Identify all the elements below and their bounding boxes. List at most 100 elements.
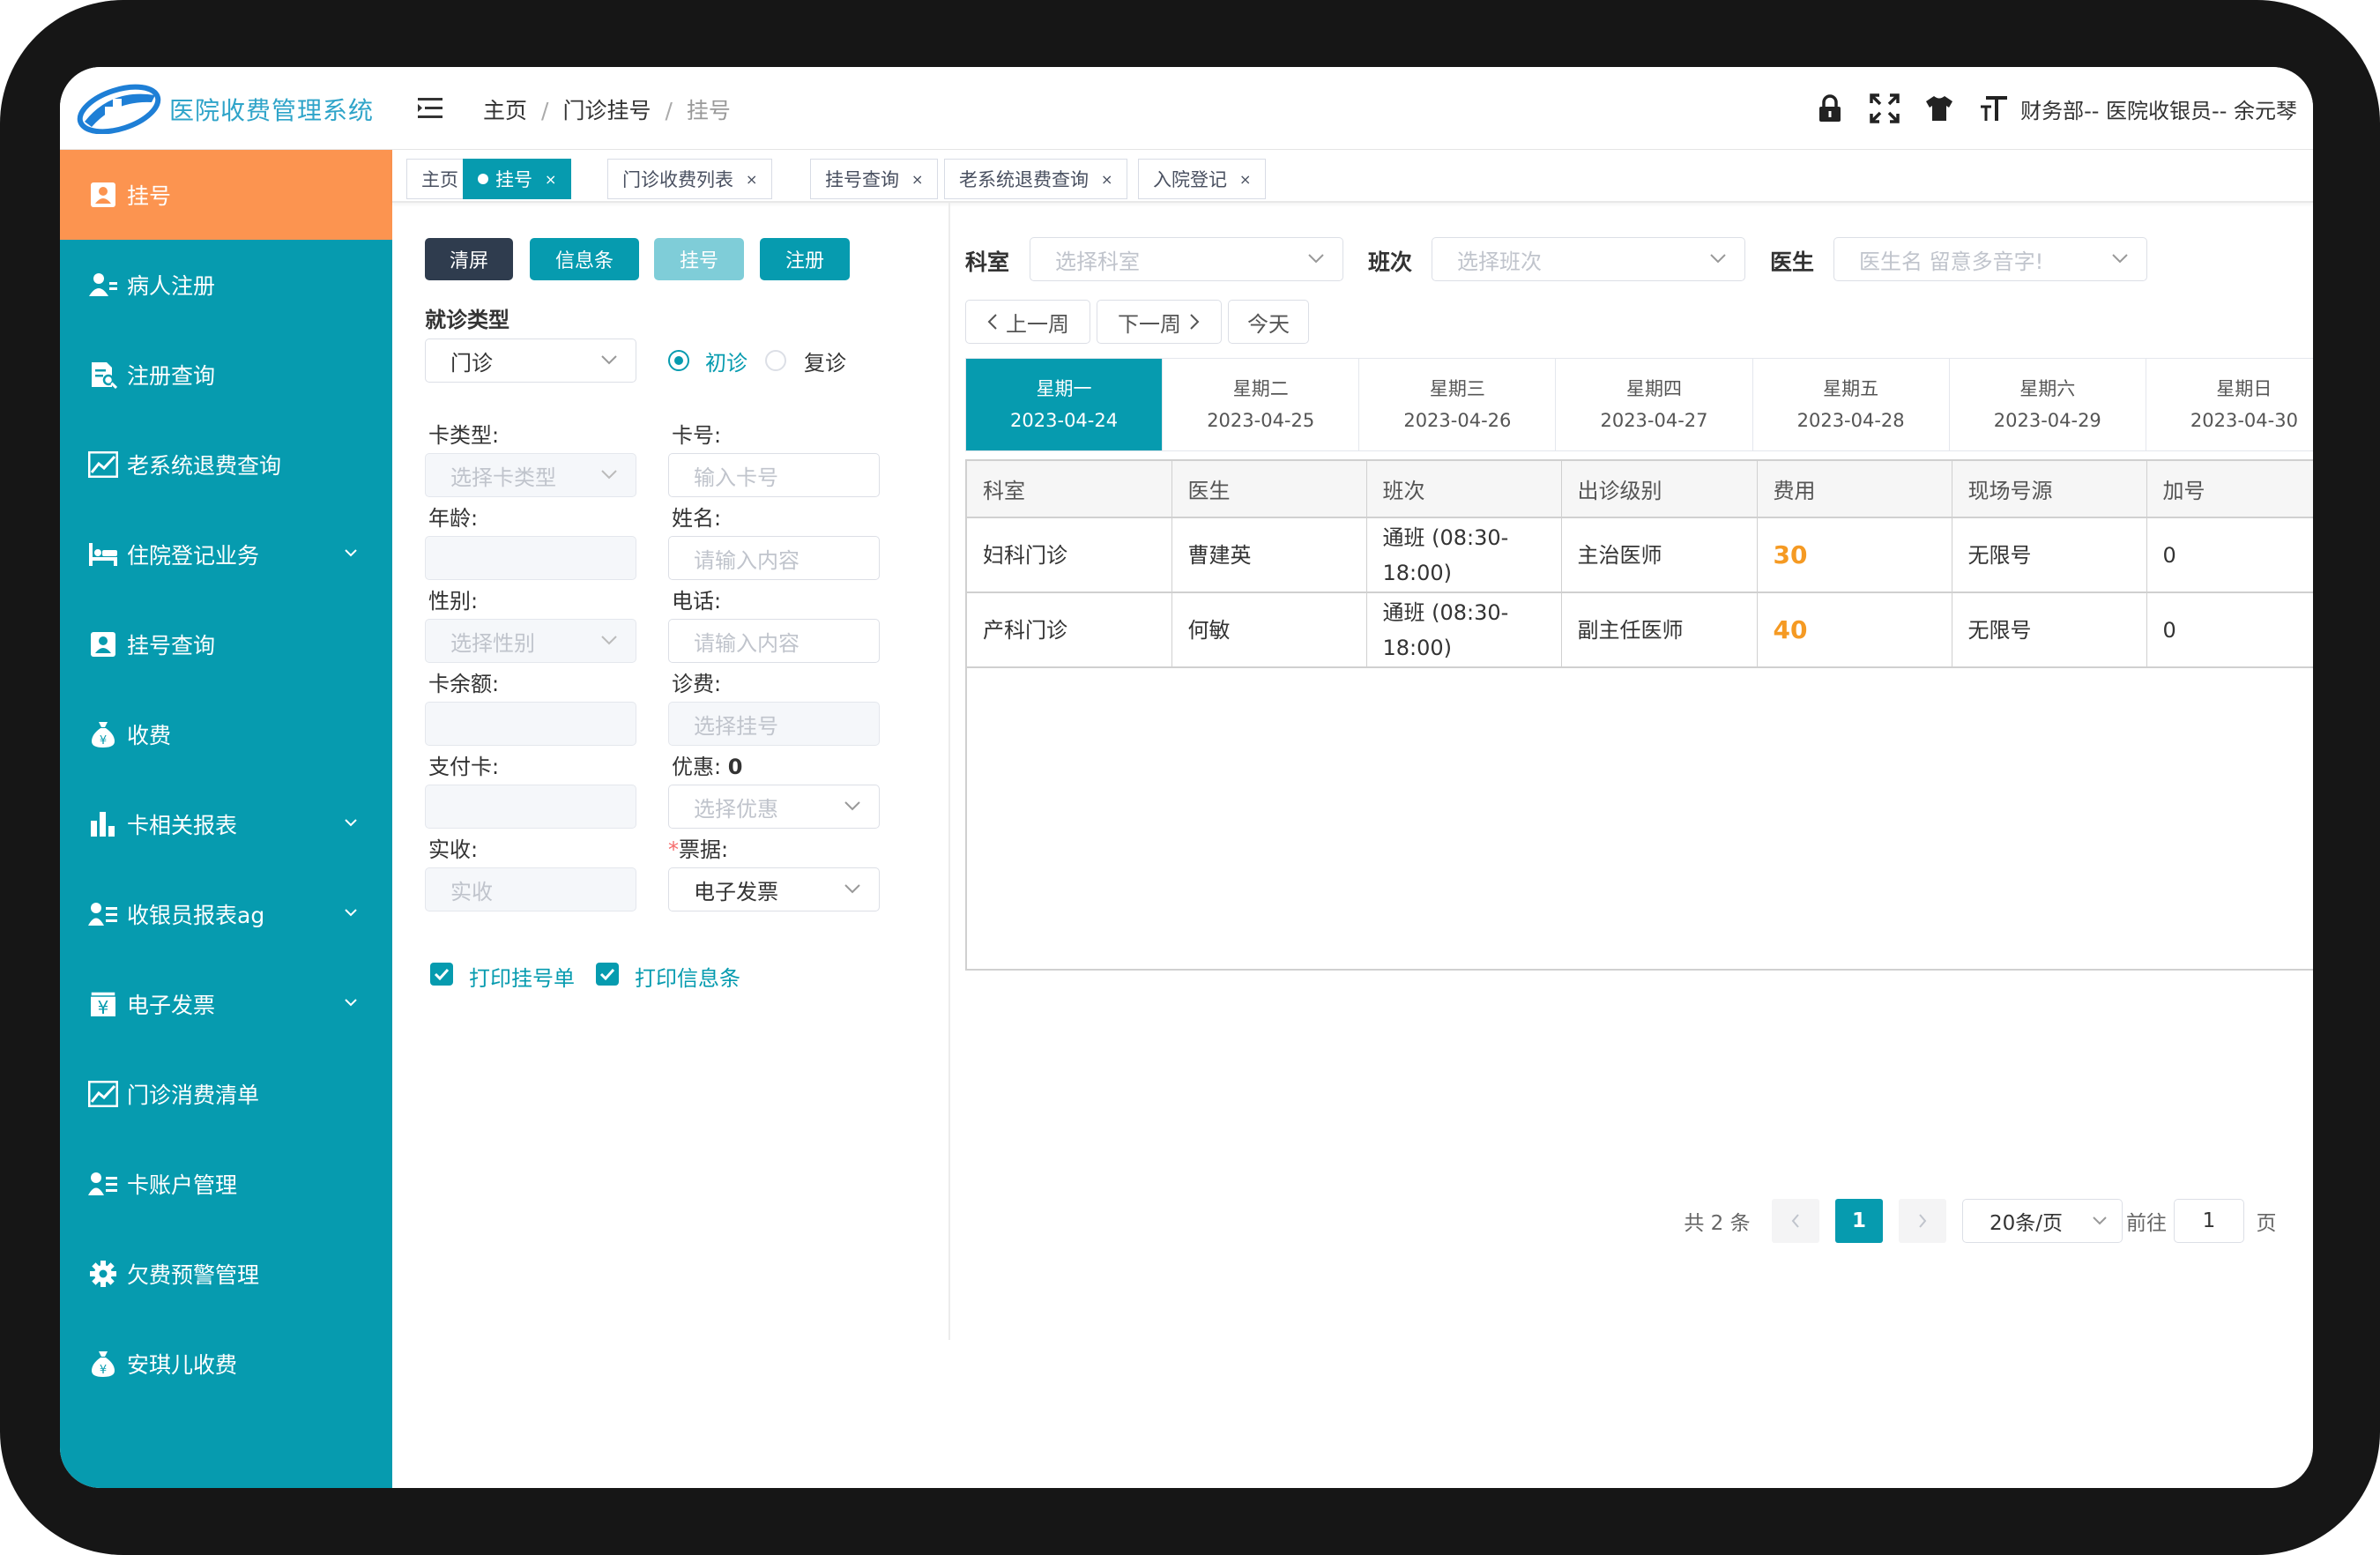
discount-label-text: 优惠: [672, 755, 722, 779]
page-1-button[interactable]: 1 [1835, 1199, 1883, 1243]
page-size-value: 20条/页 [1990, 1212, 2064, 1235]
col-dept: 科室 [967, 461, 1172, 518]
close-icon[interactable]: × [1239, 171, 1251, 188]
sidebar-item-charge[interactable]: ¥ 收费 [60, 689, 392, 779]
tshirt-icon[interactable] [1922, 91, 1957, 126]
sidebar-item-register[interactable]: 挂号 [60, 150, 392, 240]
day-tuesday[interactable]: 星期二 2023-04-25 [1163, 359, 1360, 450]
required-mark: * [668, 837, 679, 862]
sidebar-item-inpatient-register[interactable]: 住院登记业务 [60, 510, 392, 599]
sidebar-item-outpatient-bill[interactable]: 门诊消费清单 [60, 1049, 392, 1139]
visit-type-label: 就诊类型 [425, 308, 509, 332]
day-saturday[interactable]: 星期六 2023-04-29 [1950, 359, 2146, 450]
menu-toggle-icon[interactable] [416, 93, 446, 123]
tab-legacy-refund-query[interactable]: 老系统退费查询 × [944, 159, 1128, 199]
fullscreen-icon[interactable] [1867, 91, 1902, 126]
close-icon[interactable]: × [911, 171, 923, 188]
tab-admission-register[interactable]: 入院登记 × [1138, 159, 1267, 199]
sidebar-item-angel-charge[interactable]: ¥ 安琪儿收费 [60, 1319, 392, 1409]
prev-week-button[interactable]: 上一周 [965, 300, 1090, 344]
page-size-select[interactable]: 20条/页 [1962, 1199, 2123, 1243]
sidebar-item-cashier-reports[interactable]: 收银员报表ag [60, 869, 392, 959]
col-extra: 加号 [2146, 461, 2313, 518]
prev-page-button[interactable] [1772, 1199, 1819, 1243]
pay-card-input[interactable] [425, 785, 636, 829]
card-type-select[interactable]: 选择卡类型 [425, 453, 636, 497]
schedule-table: 科室 医生 班次 出诊级别 费用 现场号源 加号 妇科门诊 曹建英 通班 (08… [965, 459, 2313, 971]
next-page-button[interactable] [1899, 1199, 1946, 1243]
signup-button[interactable]: 注册 [760, 238, 850, 280]
discount-select[interactable]: 选择优惠 [668, 785, 880, 829]
sidebar-item-register-query[interactable]: 注册查询 [60, 330, 392, 420]
phone-label: 电话: [672, 589, 722, 614]
yuan-doc-icon: ¥ [88, 989, 118, 1019]
app-screen: 医院收费管理系统 主页 / 门诊挂号 / 挂号 财务部-- 医院收银员-- 余元琴 [60, 67, 2313, 1488]
day-monday[interactable]: 星期一 2023-04-24 [966, 359, 1164, 450]
visit-type-select[interactable]: 门诊 [425, 339, 636, 383]
first-visit-radio[interactable] [668, 350, 689, 371]
shift-select[interactable]: 选择班次 [1432, 237, 1745, 281]
sidebar-item-legacy-refund-query[interactable]: 老系统退费查询 [60, 420, 392, 510]
card-no-input[interactable]: 输入卡号 [668, 453, 880, 497]
font-size-icon[interactable] [1976, 91, 2012, 126]
table-row[interactable]: 产科门诊 何敏 通班 (08:30-18:00) 副主任医师 40 无限号 0 [967, 592, 2313, 668]
cell-extra: 0 [2146, 517, 2313, 593]
goto-page-input[interactable]: 1 [2174, 1199, 2244, 1243]
sidebar-item-e-invoice[interactable]: ¥ 电子发票 [60, 959, 392, 1049]
breadcrumb-outpatient[interactable]: 门诊挂号 [562, 98, 651, 123]
info-slip-button[interactable]: 信息条 [530, 238, 639, 280]
close-icon[interactable]: × [1101, 171, 1112, 188]
received-label: 实收: [428, 837, 479, 862]
day-wednesday[interactable]: 星期三 2023-04-26 [1359, 359, 1557, 450]
invoice-select[interactable]: 电子发票 [668, 867, 880, 911]
close-icon[interactable]: × [746, 171, 757, 188]
lock-icon[interactable] [1812, 91, 1848, 126]
balance-input [425, 702, 636, 746]
first-visit-label[interactable]: 初诊 [705, 346, 747, 376]
print-reg-slip-label[interactable]: 打印挂号单 [469, 961, 575, 992]
register-button[interactable]: 挂号 [654, 238, 744, 280]
close-icon[interactable]: × [545, 171, 556, 188]
goto-label: 前往 [2126, 1212, 2167, 1235]
age-input[interactable] [425, 536, 636, 580]
sidebar-item-card-reports[interactable]: 卡相关报表 [60, 779, 392, 869]
fee-label: 诊费: [672, 672, 722, 696]
today-button[interactable]: 今天 [1228, 300, 1309, 344]
day-date: 2023-04-28 [1796, 410, 1905, 431]
sidebar-item-label: 收费 [127, 723, 172, 748]
user-add-icon [88, 270, 118, 300]
day-sunday[interactable]: 星期日 2023-04-30 [2146, 359, 2313, 450]
sidebar-item-patient-register[interactable]: 病人注册 [60, 240, 392, 330]
age-label: 年龄: [428, 506, 479, 531]
user-list-icon [88, 899, 118, 929]
chevron-down-icon [601, 636, 617, 645]
pagination-total: 共 2 条 [1684, 1212, 1751, 1235]
gender-select[interactable]: 选择性别 [425, 619, 636, 663]
tab-outpatient-charge-list[interactable]: 门诊收费列表 × [607, 159, 773, 199]
table-row[interactable]: 妇科门诊 曹建英 通班 (08:30-18:00) 主治医师 30 无限号 0 [967, 517, 2313, 593]
user-info[interactable]: 财务部-- 医院收银员-- 余元琴 [2020, 93, 2297, 124]
doctor-select[interactable]: 医生名 留意多音字! [1833, 237, 2147, 281]
print-info-slip-label[interactable]: 打印信息条 [635, 961, 740, 992]
tab-register[interactable]: 挂号 × [463, 159, 572, 199]
sidebar-item-card-account[interactable]: 卡账户管理 [60, 1139, 392, 1229]
dept-select[interactable]: 选择科室 [1030, 237, 1343, 281]
sidebar-item-label: 卡相关报表 [127, 813, 238, 838]
received-input[interactable]: 实收 [425, 867, 636, 911]
clear-button[interactable]: 清屏 [425, 238, 513, 280]
next-week-button[interactable]: 下一周 [1097, 300, 1222, 344]
chevron-right-icon [1190, 314, 1200, 330]
name-input[interactable]: 请输入内容 [668, 536, 880, 580]
return-visit-label[interactable]: 复诊 [804, 346, 846, 376]
print-reg-slip-checkbox[interactable] [430, 963, 453, 986]
tab-register-query[interactable]: 挂号查询 × [810, 159, 939, 199]
fee-input[interactable]: 选择挂号 [668, 702, 880, 746]
return-visit-radio[interactable] [765, 350, 786, 371]
print-info-slip-checkbox[interactable] [596, 963, 619, 986]
breadcrumb-home[interactable]: 主页 [483, 98, 527, 123]
sidebar-item-register-lookup[interactable]: 挂号查询 [60, 599, 392, 689]
day-friday[interactable]: 星期五 2023-04-28 [1753, 359, 1950, 450]
phone-input[interactable]: 请输入内容 [668, 619, 880, 663]
sidebar-item-arrears-alert[interactable]: 欠费预警管理 [60, 1229, 392, 1319]
day-thursday[interactable]: 星期四 2023-04-27 [1556, 359, 1753, 450]
